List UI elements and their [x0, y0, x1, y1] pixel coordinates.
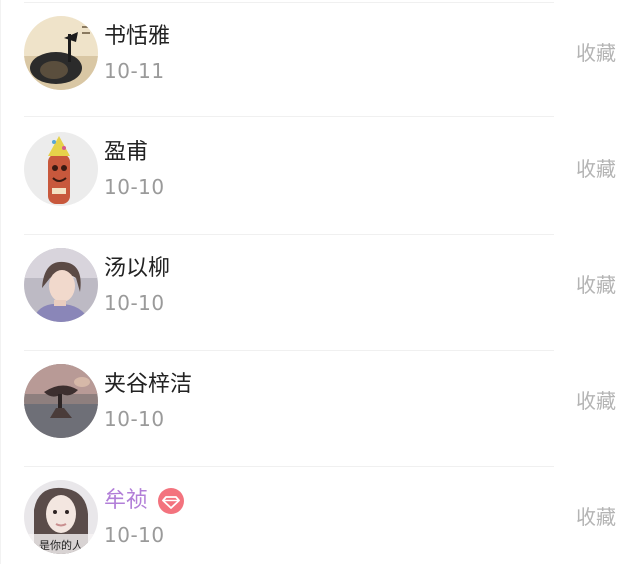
date: 10-10 [104, 175, 165, 199]
avatar-caption: 是你的人 [39, 538, 83, 552]
user-name: 夹谷梓洁 [104, 372, 193, 397]
user-name: 牟祯 [104, 488, 149, 513]
divider [24, 116, 554, 117]
user-name: 汤以柳 [104, 256, 171, 281]
avatar[interactable]: 是你的人 [24, 480, 98, 554]
avatar[interactable] [24, 248, 98, 322]
collect-button[interactable]: 收藏 [576, 502, 616, 532]
collect-button[interactable]: 收藏 [576, 38, 616, 68]
date: 10-11 [104, 59, 165, 83]
avatar[interactable] [24, 132, 98, 206]
favorites-list: 书恬雅 10-11 收藏 盈甫 10-10 收藏 汤以柳 10-10 收藏 夹谷… [0, 0, 640, 564]
list-item[interactable]: 盈甫 10-10 收藏 [0, 116, 640, 231]
list-item[interactable]: 夹谷梓洁 10-10 收藏 [0, 348, 640, 463]
avatar-image [24, 16, 98, 90]
user-name: 书恬雅 [104, 24, 171, 49]
collect-button[interactable]: 收藏 [576, 154, 616, 184]
avatar-image: 是你的人 [24, 480, 98, 554]
date: 10-10 [104, 407, 165, 431]
avatar[interactable] [24, 364, 98, 438]
divider [24, 466, 554, 467]
user-name: 盈甫 [104, 140, 149, 165]
date: 10-10 [104, 523, 165, 547]
avatar-image [24, 248, 98, 322]
avatar-image [24, 364, 98, 438]
divider [24, 2, 554, 3]
diamond-icon [158, 488, 184, 514]
avatar[interactable] [24, 16, 98, 90]
list-item[interactable]: 汤以柳 10-10 收藏 [0, 232, 640, 347]
collect-button[interactable]: 收藏 [576, 270, 616, 300]
list-item[interactable]: 是你的人 牟祯 10-10 收藏 [0, 464, 640, 564]
collect-button[interactable]: 收藏 [576, 386, 616, 416]
list-item[interactable]: 书恬雅 10-11 收藏 [0, 0, 640, 115]
divider [24, 234, 554, 235]
divider [24, 350, 554, 351]
date: 10-10 [104, 291, 165, 315]
avatar-image [24, 132, 98, 206]
